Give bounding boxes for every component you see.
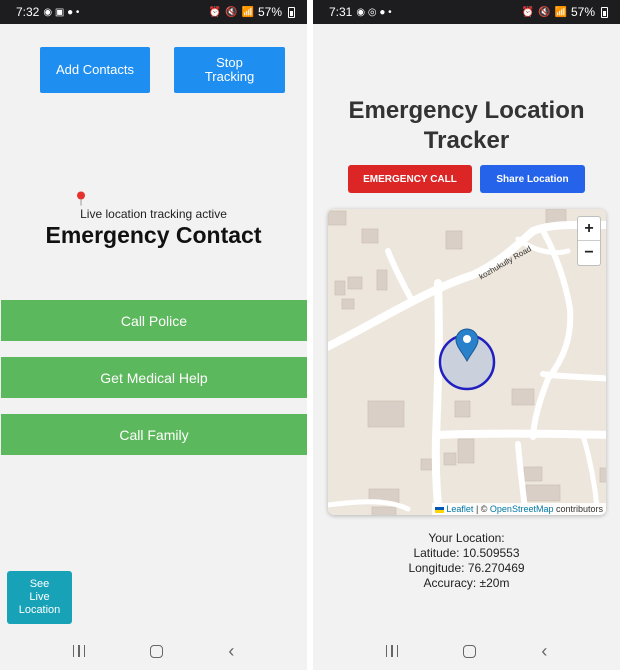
ukraine-flag-icon [435, 506, 445, 513]
status-time: 7:32 [16, 5, 40, 19]
back-icon[interactable]: ‹ [541, 642, 547, 660]
phone-screen-contacts: 7:32 ◉ ▣ ● • ⏰ 🔇 📶 57% Add Contacts Stop… [0, 0, 307, 670]
battery-percent: 57% [570, 5, 595, 19]
back-icon[interactable]: ‹ [228, 642, 234, 660]
notification-icons: ◉ ◎ ● • [356, 6, 392, 18]
attribution-separator: | © [473, 504, 490, 514]
notification-icons: ◉ ▣ ● • [43, 6, 80, 18]
zoom-out-button[interactable]: − [578, 241, 600, 265]
attribution-tail: contributors [553, 504, 603, 514]
longitude-text: Longitude: 76.270469 [408, 561, 525, 575]
emergency-call-button[interactable]: EMERGENCY CALL [348, 165, 472, 193]
see-live-location-label: See Live Location [18, 577, 61, 617]
map-attribution: Leaflet | © OpenStreetMap contributors [432, 503, 606, 515]
alarm-icon: ⏰ [208, 6, 222, 18]
battery-icon [601, 6, 608, 18]
alarm-icon: ⏰ [521, 6, 535, 18]
android-nav-bar: ‹ [0, 632, 307, 670]
zoom-control: + − [577, 216, 601, 266]
map-pin-icon [77, 191, 85, 206]
add-contacts-button[interactable]: Add Contacts [40, 47, 150, 93]
see-live-location-button[interactable]: See Live Location [7, 571, 72, 624]
stop-tracking-button[interactable]: Stop Tracking [174, 47, 285, 93]
home-icon[interactable] [463, 644, 477, 658]
recent-apps-icon[interactable] [72, 645, 86, 657]
page-title: Emergency Contact [45, 222, 262, 248]
home-icon[interactable] [150, 644, 164, 658]
stop-tracking-label: Stop Tracking [204, 54, 255, 84]
status-bar: 7:31 ◉ ◎ ● • ⏰ 🔇 📶 57% [313, 0, 620, 24]
page-title: Emergency Location Tracker [348, 97, 585, 154]
location-heading: Your Location: [428, 531, 505, 545]
openstreetmap-link[interactable]: OpenStreetMap [490, 504, 554, 514]
tracking-status-text: Live location tracking active [80, 207, 227, 221]
phone-screen-tracker: 7:31 ◉ ◎ ● • ⏰ 🔇 📶 57% Emergency Locatio… [313, 0, 620, 670]
get-medical-help-button[interactable]: Get Medical Help [1, 357, 307, 398]
battery-icon [288, 6, 295, 18]
map-tiles: kozhukully Road [328, 209, 606, 515]
leaflet-link[interactable]: Leaflet [446, 504, 473, 514]
mute-icon: 🔇 [225, 6, 238, 18]
status-time: 7:31 [329, 5, 353, 19]
status-bar: 7:32 ◉ ▣ ● • ⏰ 🔇 📶 57% [0, 0, 307, 24]
wifi-icon: 📶 [554, 6, 567, 18]
zoom-in-button[interactable]: + [578, 217, 600, 241]
latitude-text: Latitude: 10.509553 [413, 546, 520, 560]
call-family-button[interactable]: Call Family [1, 414, 307, 455]
location-map[interactable]: kozhukully Road + − Leaflet | © OpenStre… [328, 209, 606, 515]
recent-apps-icon[interactable] [385, 645, 399, 657]
battery-percent: 57% [257, 5, 282, 19]
call-police-button[interactable]: Call Police [1, 300, 307, 341]
wifi-icon: 📶 [241, 6, 254, 18]
accuracy-text: Accuracy: ±20m [423, 576, 510, 590]
share-location-button[interactable]: Share Location [480, 165, 585, 193]
android-nav-bar: ‹ [313, 632, 620, 670]
mute-icon: 🔇 [538, 6, 551, 18]
